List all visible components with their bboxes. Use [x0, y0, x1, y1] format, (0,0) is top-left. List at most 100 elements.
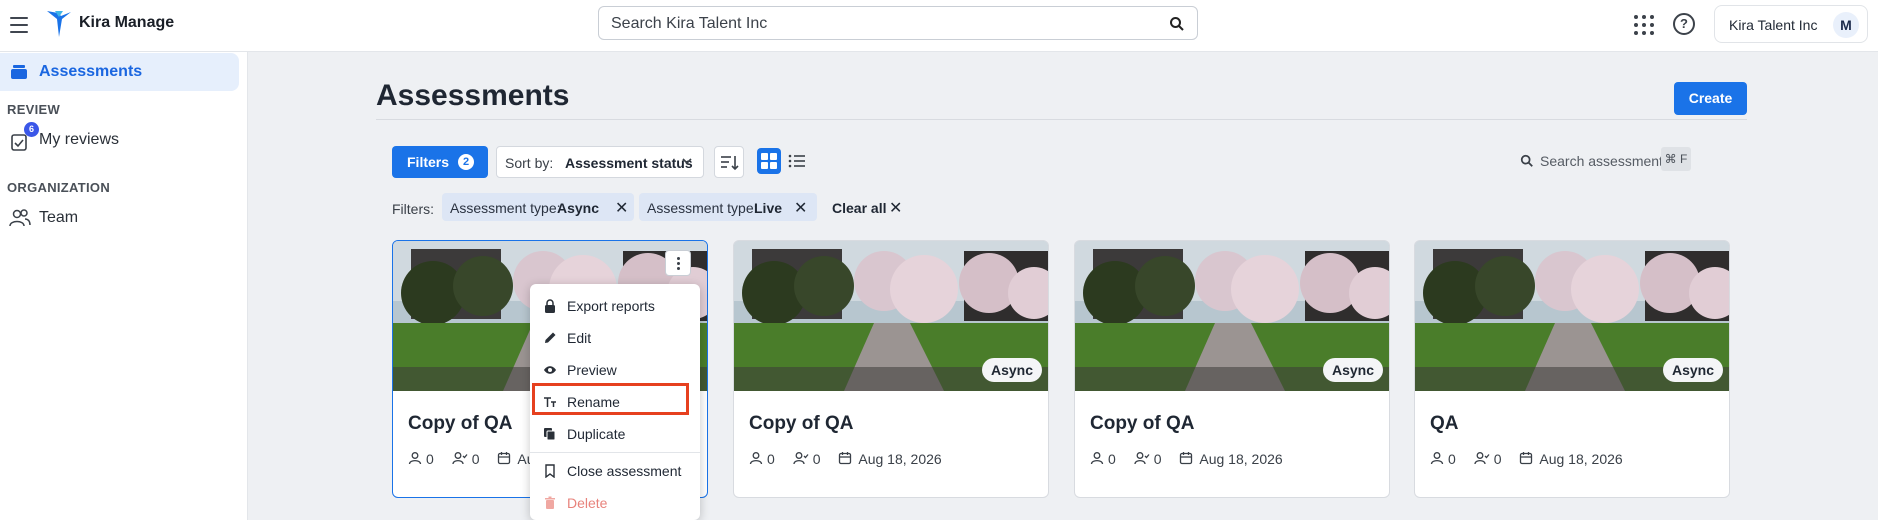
chevron-down-icon [682, 158, 692, 165]
type-badge: Async [1662, 358, 1723, 382]
reviews-count-badge: 6 [24, 122, 39, 137]
page-title: Assessments [376, 79, 570, 112]
person-check-icon [1460, 451, 1494, 468]
menu-item-duplicate[interactable]: Duplicate [530, 420, 700, 448]
person-icon [1430, 451, 1448, 468]
card-title: Copy of QA [749, 413, 854, 434]
chip-key: Assessment type: [450, 200, 561, 216]
reviewer-count: 0 [767, 451, 775, 468]
menu-item-label: Edit [567, 330, 592, 346]
menu-divider [530, 452, 700, 453]
filter-chip-live[interactable]: Assessment type: Live ✕ [639, 193, 817, 221]
menu-item-edit[interactable]: Edit [530, 324, 700, 352]
sort-prefix: Sort by: [505, 155, 554, 171]
filters-count-badge: 2 [458, 154, 474, 170]
menu-item-close-assessment[interactable]: Close assessment [530, 457, 700, 485]
sidebar-section-review: REVIEW [7, 102, 61, 117]
menu-item-preview[interactable]: Preview [530, 356, 700, 384]
trash-icon [545, 496, 555, 509]
apps-grid-icon[interactable] [1634, 15, 1654, 35]
calendar-icon [824, 451, 858, 468]
sidebar: Assessments REVIEW 6 My reviews ORGANIZA… [0, 52, 248, 520]
chip-value: Live [754, 200, 783, 216]
main-content: Assessments Create Filters 2 Sort by: As… [248, 52, 1878, 520]
sidebar-item-label: My reviews [39, 131, 120, 148]
sidebar-item-my-reviews[interactable]: 6 My reviews [0, 122, 239, 158]
card-meta: 0 0 Aug 18, 2026 [749, 450, 942, 468]
card-title: Copy of QA [408, 413, 513, 434]
close-icon[interactable]: ✕ [615, 198, 628, 218]
card-title: Copy of QA [1090, 413, 1195, 434]
filter-chip-async[interactable]: Assessment type: Async ✕ [442, 193, 634, 221]
card-date: Aug 18, 2026 [1539, 451, 1623, 468]
card-meta: 0 0 Aug 18, 2026 [1090, 450, 1283, 468]
active-filters-label: Filters: [392, 201, 434, 217]
top-bar: Kira Manage Search Kira Talent Inc ? Kir… [0, 0, 1878, 52]
applicant-count: 0 [1493, 451, 1502, 468]
clear-all-button[interactable]: Clear all [832, 200, 886, 216]
chip-value: Async [557, 200, 600, 216]
search-icon[interactable] [1169, 16, 1185, 32]
create-button[interactable]: Create [1674, 82, 1747, 115]
reviewer-count: 0 [1448, 451, 1456, 468]
pencil-icon [545, 332, 556, 343]
close-icon[interactable]: ✕ [794, 198, 807, 218]
more-options-button[interactable] [665, 250, 691, 276]
sidebar-section-organization: ORGANIZATION [7, 180, 111, 195]
rename-highlight [532, 383, 689, 415]
menu-item-delete[interactable]: Delete [530, 489, 700, 517]
assessment-card[interactable]: Async QA 0 0 Aug 18, 2026 [1414, 240, 1730, 498]
bookmark-icon [545, 464, 555, 478]
sort-value: Assessment status [565, 155, 693, 171]
list-view-icon[interactable] [787, 150, 807, 172]
sidebar-item-label: Assessments [39, 63, 143, 80]
search-placeholder: Search Kira Talent Inc [611, 15, 768, 32]
org-switcher-button[interactable]: Kira Talent Inc M [1714, 5, 1868, 43]
card-context-menu: Export reports Edit Preview Rename Dupli… [530, 284, 700, 520]
sidebar-item-team[interactable]: Team [0, 200, 239, 236]
assessment-card[interactable]: Async Copy of QA 0 0 Aug 18, 2026 [733, 240, 1049, 498]
title-divider [376, 119, 1747, 120]
applicant-count: 0 [812, 451, 821, 468]
sort-direction-button[interactable] [714, 146, 744, 178]
card-meta: 0 0 Au [408, 450, 535, 468]
menu-item-label: Delete [567, 495, 608, 511]
person-check-icon [1120, 451, 1154, 468]
calendar-icon [1165, 451, 1199, 468]
filters-label: Filters [407, 154, 450, 170]
lock-icon [545, 299, 555, 313]
avatar: M [1833, 12, 1859, 38]
app-name: Kira Manage [79, 14, 175, 31]
reviewer-count: 0 [1108, 451, 1116, 468]
person-check-icon [438, 451, 472, 468]
global-search-input[interactable]: Search Kira Talent Inc [598, 6, 1198, 40]
menu-icon[interactable] [8, 14, 30, 36]
copy-icon [544, 428, 556, 441]
sidebar-item-label: Team [39, 209, 79, 226]
sidebar-item-assessments[interactable]: Assessments [0, 53, 239, 91]
grid-view-icon[interactable] [757, 148, 781, 174]
keyboard-shortcut-badge: ⌘ F [1661, 147, 1691, 171]
filters-button[interactable]: Filters 2 [392, 146, 488, 178]
type-badge: Async [1322, 358, 1383, 382]
search-icon [1520, 154, 1533, 167]
help-icon[interactable]: ? [1673, 13, 1695, 35]
person-icon [408, 451, 426, 468]
kira-logo-icon[interactable] [45, 9, 73, 39]
menu-item-export-reports[interactable]: Export reports [530, 292, 700, 320]
type-badge: Async [981, 358, 1042, 382]
menu-item-label: Duplicate [567, 426, 626, 442]
person-icon [1090, 451, 1108, 468]
chip-key: Assessment type: [647, 200, 758, 216]
person-icon [749, 451, 767, 468]
sort-dropdown[interactable]: Sort by: Assessment status [496, 146, 704, 178]
card-meta: 0 0 Aug 18, 2026 [1430, 450, 1623, 468]
assessment-card[interactable]: Async Copy of QA 0 0 Aug 18, 2026 [1074, 240, 1390, 498]
menu-item-label: Export reports [567, 298, 655, 314]
close-icon[interactable]: ✕ [889, 198, 902, 218]
assessment-search-input[interactable]: Search assessments ⌘ F [1520, 147, 1730, 177]
menu-item-label: Preview [567, 362, 617, 378]
person-check-icon [779, 451, 813, 468]
eye-icon [544, 366, 556, 374]
stack-icon [11, 65, 27, 79]
